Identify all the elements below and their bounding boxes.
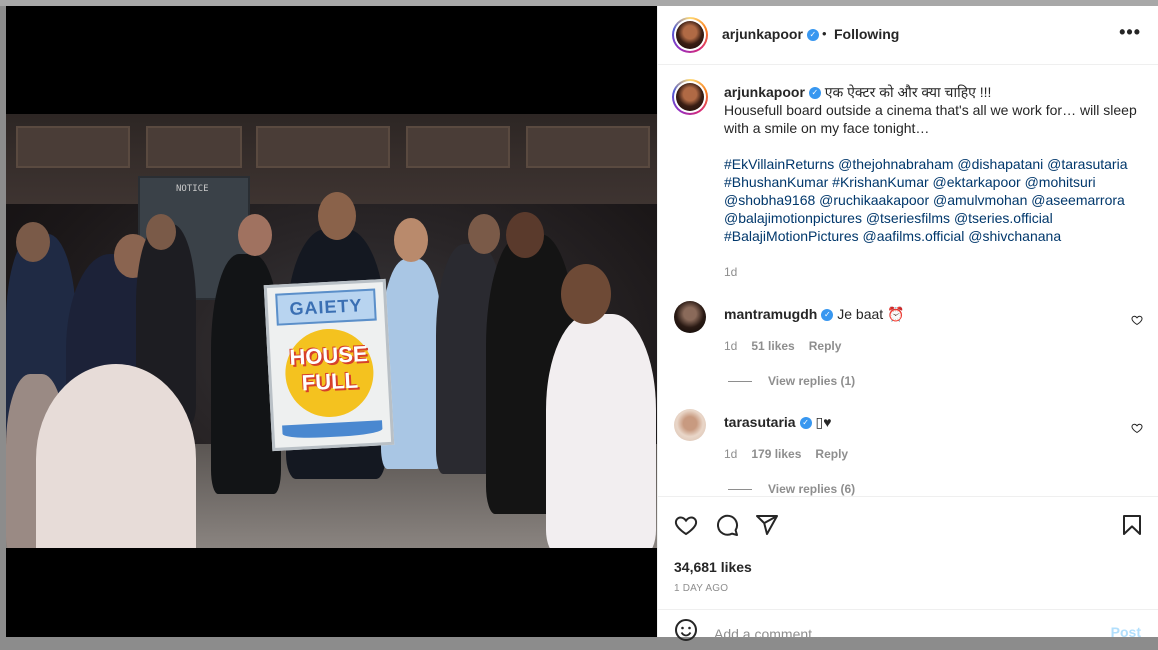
comment-likes[interactable]: 51 likes bbox=[751, 339, 794, 353]
following-button[interactable]: Following bbox=[834, 26, 899, 42]
view-replies-line bbox=[728, 381, 752, 383]
caption-author-avatar[interactable] bbox=[672, 79, 708, 115]
comments-scroll-area[interactable]: arjunkapoor ✓ एक ऐक्टर को और क्या चाहिए !… bbox=[658, 65, 1158, 496]
caption-tags[interactable]: #EkVillainReturns @thejohnabraham @disha… bbox=[724, 155, 1144, 245]
comment-bubble-icon[interactable] bbox=[715, 513, 739, 537]
comment-time[interactable]: 1d bbox=[724, 339, 737, 353]
verified-icon: ✓ bbox=[821, 309, 834, 322]
comment-reply-button[interactable]: Reply bbox=[815, 447, 848, 461]
post-actions: 34,681 likes 1 DAY AGO Add a comment... … bbox=[658, 496, 1158, 642]
view-replies-label[interactable]: View replies (1) bbox=[768, 374, 855, 388]
add-comment-bar: Add a comment... Post bbox=[658, 609, 1158, 650]
emoji-icon[interactable] bbox=[674, 618, 698, 642]
comment-avatar[interactable] bbox=[674, 301, 706, 333]
photo-panel bbox=[16, 126, 130, 168]
verified-icon: ✓ bbox=[806, 28, 819, 41]
person-head bbox=[318, 192, 356, 240]
caption-author[interactable]: arjunkapoor bbox=[724, 84, 805, 100]
verified-icon: ✓ bbox=[799, 417, 812, 430]
post-date[interactable]: 1 DAY AGO bbox=[674, 583, 728, 594]
comment: mantramugdh ✓ Je baat ⏰ bbox=[724, 306, 904, 323]
comment-text: Je baat ⏰ bbox=[837, 306, 905, 322]
share-send-icon[interactable] bbox=[755, 513, 779, 537]
comment-like-heart-icon[interactable] bbox=[1131, 314, 1143, 326]
housefull-board: GAIETY HOUSE FULL bbox=[263, 278, 395, 452]
comment: tarasutaria ✓ ▯♥ bbox=[724, 414, 832, 431]
view-replies[interactable]: View replies (6) bbox=[728, 482, 855, 496]
board-housefull-text: HOUSE FULL bbox=[274, 340, 385, 398]
caption-time[interactable]: 1d bbox=[724, 265, 737, 279]
comment-avatar[interactable] bbox=[674, 409, 706, 441]
person bbox=[36, 364, 196, 548]
caption-text: Housefull board outside a cinema that's … bbox=[724, 102, 1137, 136]
author-name-row: arjunkapoor ✓ bbox=[722, 26, 819, 44]
board-gaiety-text: GAIETY bbox=[275, 288, 377, 326]
post-side-panel: arjunkapoor ✓ • Following ••• arjunkapoor… bbox=[657, 6, 1158, 642]
photo-panel bbox=[526, 126, 650, 168]
add-comment-input[interactable]: Add a comment... bbox=[714, 626, 824, 642]
verified-icon: ✓ bbox=[808, 87, 821, 100]
view-replies-line bbox=[728, 489, 752, 491]
save-bookmark-icon[interactable] bbox=[1120, 513, 1144, 537]
likes-count[interactable]: 34,681 likes bbox=[674, 559, 752, 575]
person-head bbox=[238, 214, 272, 256]
view-replies[interactable]: View replies (1) bbox=[728, 374, 855, 388]
comment-username[interactable]: mantramugdh bbox=[724, 306, 817, 322]
comment-meta: 1d 179 likes Reply bbox=[724, 447, 848, 461]
more-dots-icon[interactable]: ••• bbox=[1119, 22, 1141, 43]
comment-time[interactable]: 1d bbox=[724, 447, 737, 461]
person bbox=[546, 314, 656, 548]
post-media[interactable]: NOTICE GAIETY HOUSE FULL bbox=[6, 6, 657, 637]
author-avatar[interactable] bbox=[672, 17, 708, 53]
author-username[interactable]: arjunkapoor bbox=[722, 26, 803, 42]
person-head bbox=[506, 212, 544, 258]
photo-panel bbox=[146, 126, 242, 168]
comment-like-heart-icon[interactable] bbox=[1131, 422, 1143, 434]
board-drip bbox=[282, 420, 383, 440]
person-head bbox=[561, 264, 611, 324]
post-photo: NOTICE GAIETY HOUSE FULL bbox=[6, 114, 657, 548]
post-header: arjunkapoor ✓ • Following ••• bbox=[658, 6, 1158, 65]
like-heart-icon[interactable] bbox=[674, 513, 698, 537]
caption: arjunkapoor ✓ एक ऐक्टर को और क्या चाहिए !… bbox=[724, 83, 1144, 245]
person-head bbox=[394, 218, 428, 262]
comment-reply-button[interactable]: Reply bbox=[809, 339, 842, 353]
person-head bbox=[146, 214, 176, 250]
photo-panel bbox=[256, 126, 390, 168]
separator-dot: • bbox=[822, 26, 827, 41]
post-comment-button[interactable]: Post bbox=[1111, 624, 1141, 640]
view-replies-label[interactable]: View replies (6) bbox=[768, 482, 855, 496]
comment-likes[interactable]: 179 likes bbox=[751, 447, 801, 461]
photo-panel bbox=[406, 126, 510, 168]
person-head bbox=[16, 222, 50, 262]
person-head bbox=[468, 214, 500, 254]
notice-sign-text: NOTICE bbox=[176, 184, 209, 194]
avatar-image bbox=[676, 83, 704, 111]
comment-text: ▯♥ bbox=[815, 414, 832, 430]
caption-hindi-text: एक ऐक्टर को और क्या चाहिए !!! bbox=[824, 84, 992, 100]
comment-meta: 1d 51 likes Reply bbox=[724, 339, 841, 353]
comment-username[interactable]: tarasutaria bbox=[724, 414, 796, 430]
avatar-image bbox=[676, 21, 704, 49]
